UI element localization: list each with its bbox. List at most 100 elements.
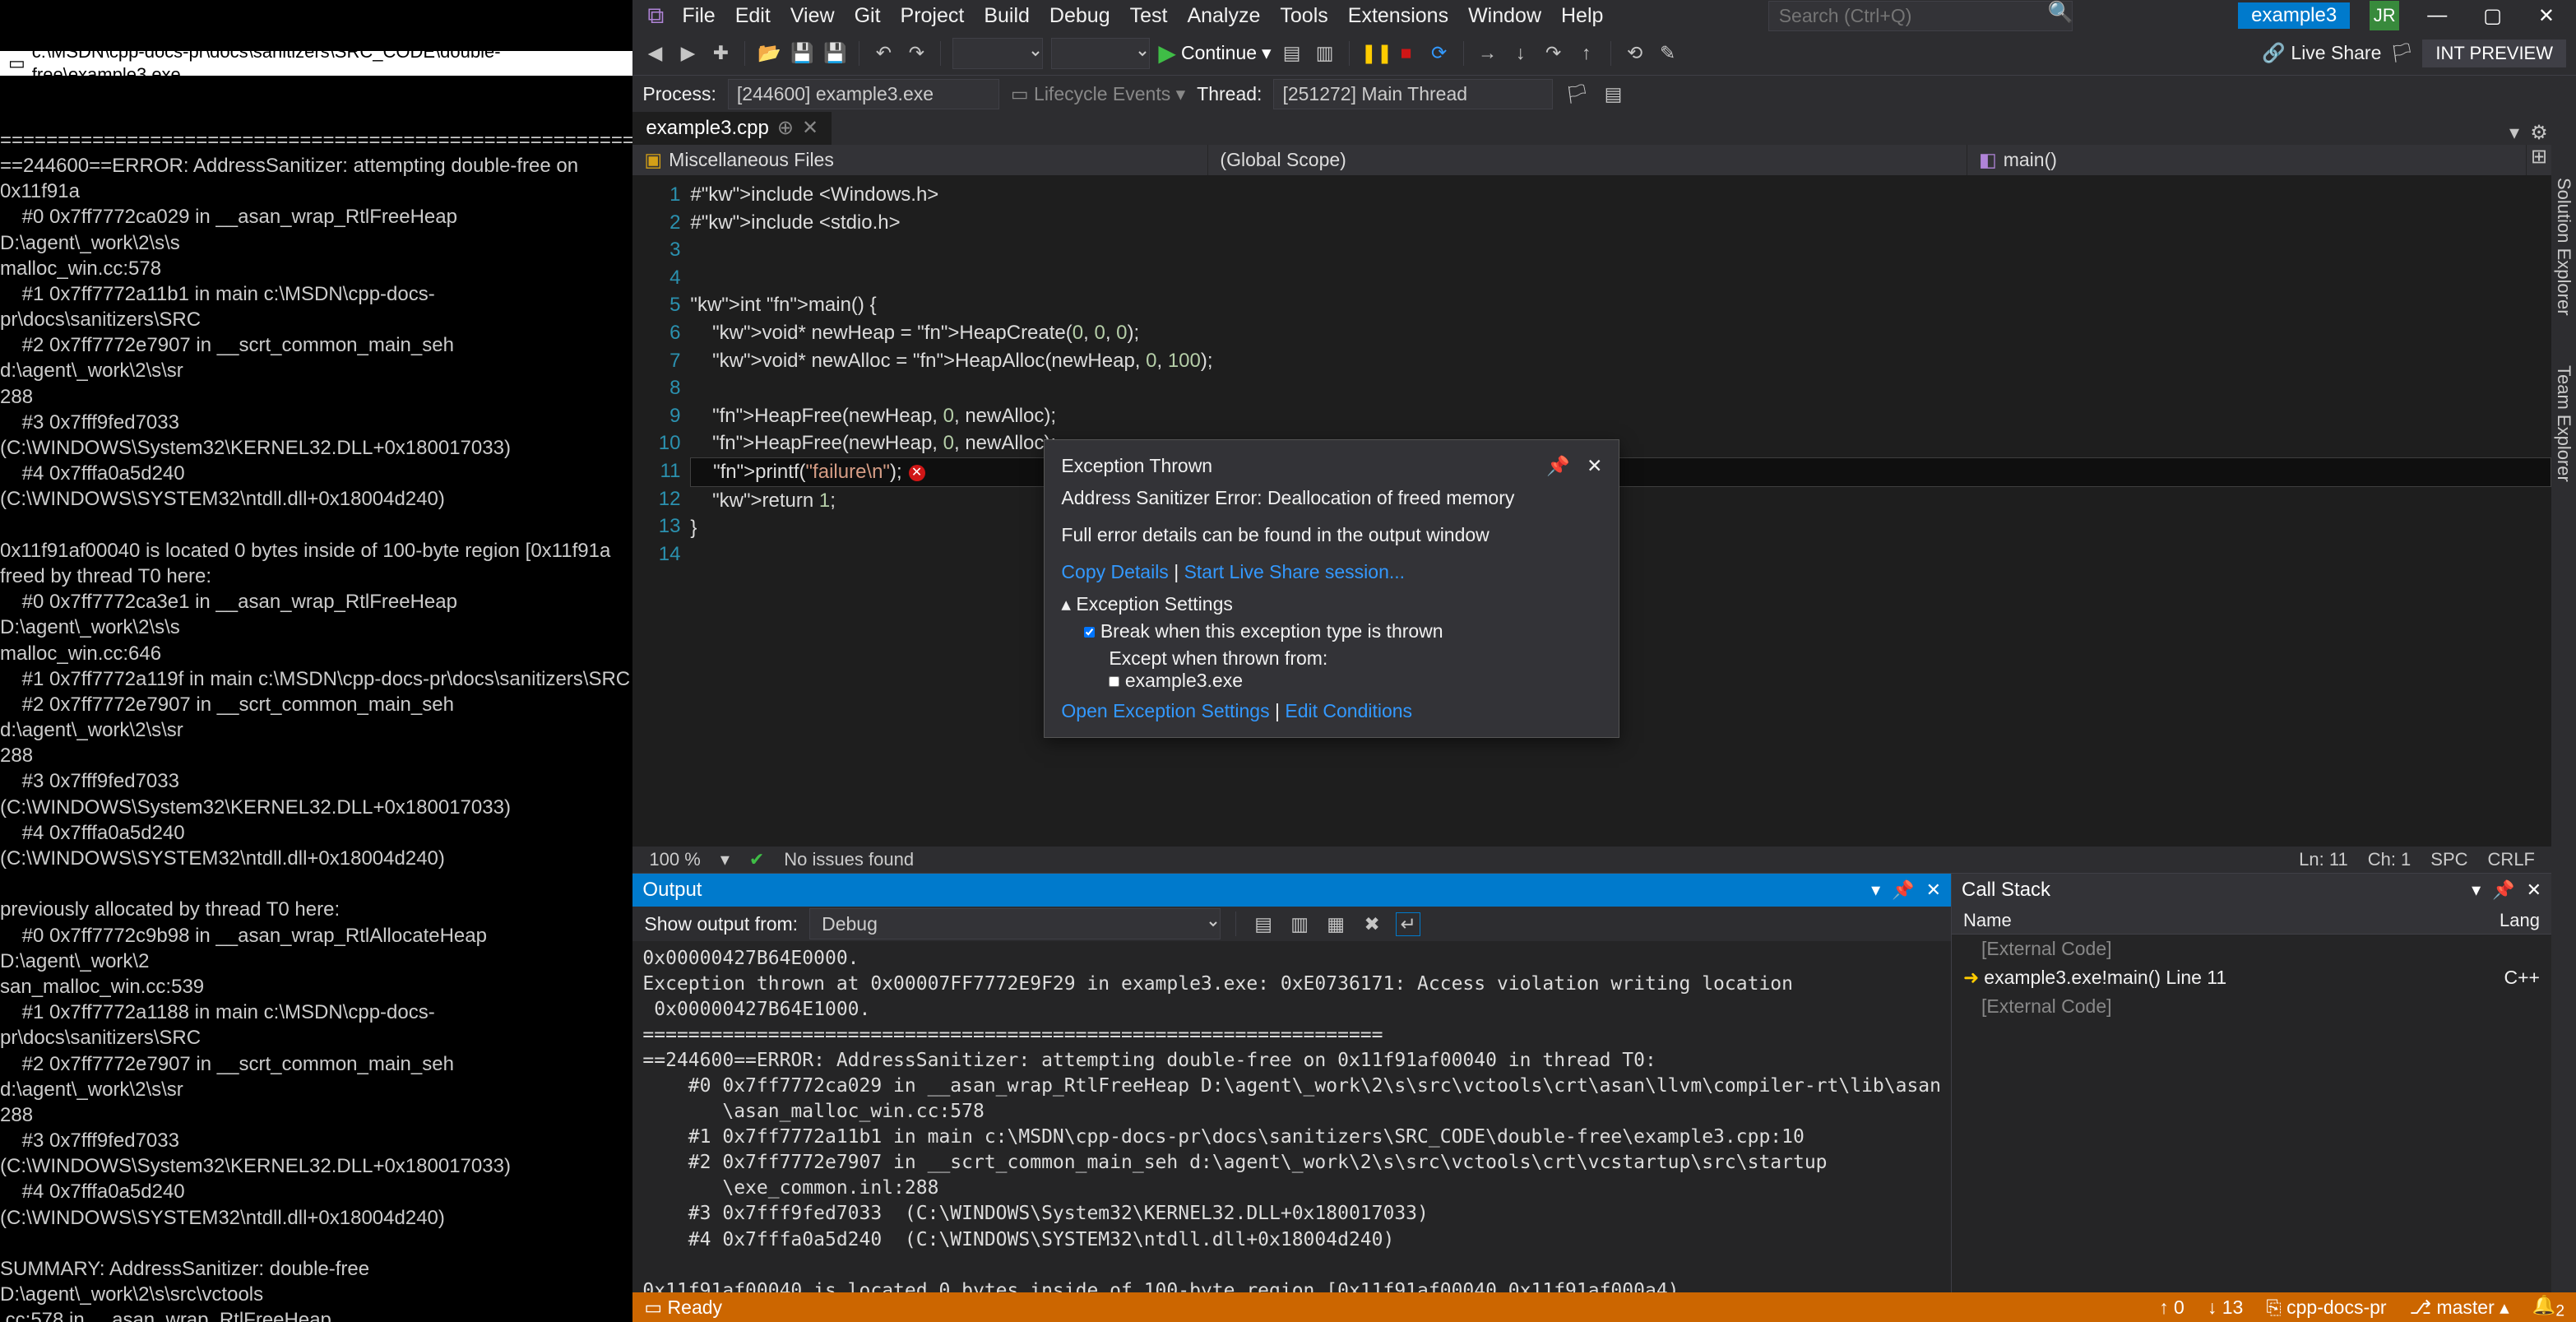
menu-extensions[interactable]: Extensions	[1348, 4, 1448, 28]
nav-back-icon[interactable]: ◀	[642, 42, 667, 64]
nav-fwd-icon[interactable]: ▶	[675, 42, 700, 64]
editor-tab[interactable]: example3.cpp ⊕ ✕	[632, 112, 832, 145]
exception-settings-label[interactable]: Exception Settings	[1076, 593, 1233, 615]
nav-member[interactable]: ◧main()	[1967, 145, 2527, 175]
output-clear-icon[interactable]: ✖	[1360, 913, 1384, 935]
popup-pin-icon[interactable]: 📌	[1546, 455, 1570, 476]
split-icon[interactable]: ⊞	[2527, 145, 2551, 175]
output-tool-icon2[interactable]: ▥	[1287, 913, 1312, 935]
callstack-row[interactable]: ➜example3.exe!main() Line 11C++	[1952, 963, 2551, 992]
feedback-icon[interactable]: 🏳	[2389, 42, 2414, 64]
step-into-icon[interactable]: ↓	[1508, 42, 1533, 64]
search-input[interactable]	[1768, 1, 2073, 31]
config-select[interactable]	[952, 38, 1043, 69]
undo-icon[interactable]: ↶	[871, 42, 896, 64]
step-arrow-icon[interactable]: →	[1476, 42, 1500, 64]
tab-close-icon[interactable]: ✕	[802, 116, 818, 140]
status-notifications[interactable]: 🔔2	[2532, 1294, 2564, 1321]
saveall-icon[interactable]: 💾	[822, 42, 847, 64]
zoom-dropdown-icon[interactable]: ▾	[720, 849, 730, 870]
break-checkbox-label[interactable]: Break when this exception type is thrown	[1084, 620, 1443, 642]
menu-debug[interactable]: Debug	[1049, 4, 1110, 28]
cs-pin-icon[interactable]: 📌	[2492, 879, 2514, 901]
liveshare-link[interactable]: Start Live Share session...	[1184, 561, 1405, 582]
lifecycle-events[interactable]: ▭ Lifecycle Events ▾	[1011, 83, 1185, 105]
menu-help[interactable]: Help	[1561, 4, 1603, 28]
solution-name[interactable]: example3	[2238, 2, 2350, 29]
new-item-icon[interactable]: ✚	[708, 42, 733, 64]
close-button[interactable]: ✕	[2530, 4, 2563, 28]
menu-analyze[interactable]: Analyze	[1187, 4, 1260, 28]
redo-icon[interactable]: ↷	[904, 42, 929, 64]
tab-gear-icon[interactable]: ⚙	[2527, 121, 2551, 145]
copy-details-link[interactable]: Copy Details	[1061, 561, 1168, 582]
edit-conditions-link[interactable]: Edit Conditions	[1285, 700, 1412, 721]
nav-scope[interactable]: (Global Scope)	[1208, 145, 1967, 175]
menu-git[interactable]: Git	[855, 4, 881, 28]
restart-icon[interactable]: ⟳	[1427, 42, 1452, 64]
vs-logo-icon[interactable]: ⧉	[639, 2, 672, 30]
tool-icon3[interactable]: ⟲	[1623, 42, 1647, 64]
console-titlebar[interactable]: ▭ c:\MSDN\cpp-docs-pr\docs\sanitizers\SR…	[0, 51, 632, 76]
menu-view[interactable]: View	[790, 4, 835, 28]
code-content[interactable]: #"kw">include <Windows.h>#"kw">include <…	[690, 176, 2551, 847]
nav-project[interactable]: ▣Miscellaneous Files	[632, 145, 1208, 175]
menu-project[interactable]: Project	[901, 4, 965, 28]
step-over-icon[interactable]: ↷	[1541, 42, 1566, 64]
liveshare-button[interactable]: 🔗 Live Share	[2262, 42, 2381, 64]
status-repo[interactable]: ⎘ cpp-docs-pr	[2266, 1296, 2386, 1319]
exe-checkbox[interactable]	[1109, 676, 1119, 687]
panel-close-icon[interactable]: ✕	[1926, 879, 1941, 901]
continue-button[interactable]: ▶ Continue ▾	[1158, 39, 1271, 67]
solution-explorer-tab[interactable]: Solution Explorer	[2553, 178, 2574, 316]
thread-select[interactable]: [251272] Main Thread	[1273, 79, 1553, 109]
tool-icon2[interactable]: ▥	[1313, 42, 1337, 64]
pause-icon[interactable]: ❚❚	[1361, 42, 1386, 64]
platform-select[interactable]	[1051, 38, 1150, 69]
open-settings-link[interactable]: Open Exception Settings	[1061, 700, 1269, 721]
status-branch[interactable]: ⎇ master ▴	[2410, 1296, 2509, 1319]
stack-icon[interactable]: ▤	[1601, 83, 1625, 105]
menu-test[interactable]: Test	[1130, 4, 1168, 28]
status-push[interactable]: ↑ 0	[2159, 1296, 2185, 1319]
flag-icon[interactable]: 🏳	[1564, 83, 1589, 105]
spc-indicator[interactable]: SPC	[2430, 849, 2467, 870]
callstack-title[interactable]: Call Stack ▾ 📌 ✕	[1952, 874, 2551, 907]
output-tool-icon3[interactable]: ▦	[1323, 913, 1348, 935]
user-avatar[interactable]: JR	[2370, 1, 2399, 30]
output-from-select[interactable]: Debug	[809, 908, 1221, 939]
cs-close-icon[interactable]: ✕	[2527, 879, 2541, 901]
crlf-indicator[interactable]: CRLF	[2488, 849, 2535, 870]
menu-edit[interactable]: Edit	[735, 4, 771, 28]
error-indicator-icon[interactable]: ✕	[909, 465, 925, 481]
line-indicator[interactable]: Ln: 11	[2299, 849, 2348, 870]
output-wrap-icon[interactable]: ↵	[1396, 912, 1420, 936]
status-pull[interactable]: ↓ 13	[2208, 1296, 2243, 1319]
menu-build[interactable]: Build	[984, 4, 1030, 28]
stop-icon[interactable]: ■	[1394, 42, 1419, 64]
zoom-level[interactable]: 100 %	[649, 849, 700, 870]
issues-text[interactable]: No issues found	[784, 849, 914, 870]
search-icon[interactable]: 🔍	[2048, 1, 2073, 31]
menu-tools[interactable]: Tools	[1280, 4, 1327, 28]
step-out-icon[interactable]: ↑	[1574, 42, 1599, 64]
process-select[interactable]: [244600] example3.exe	[728, 79, 999, 109]
output-title[interactable]: Output ▾ 📌 ✕	[632, 874, 1951, 907]
popup-close-icon[interactable]: ✕	[1587, 455, 1602, 476]
save-icon[interactable]: 💾	[790, 42, 814, 64]
panel-pin-icon[interactable]: 📌	[1892, 879, 1914, 901]
output-tool-icon[interactable]: ▤	[1251, 913, 1276, 935]
callstack-row[interactable]: [External Code]	[1952, 935, 2551, 963]
menu-window[interactable]: Window	[1468, 4, 1541, 28]
callstack-row[interactable]: [External Code]	[1952, 992, 2551, 1021]
menu-file[interactable]: File	[682, 4, 715, 28]
cs-col-name[interactable]: Name	[1963, 910, 2500, 931]
exe-checkbox-label[interactable]: example3.exe	[1109, 670, 1243, 691]
open-icon[interactable]: 📂	[757, 42, 781, 64]
tab-dropdown-icon[interactable]: ▾	[2502, 121, 2527, 145]
pin-icon[interactable]: ⊕	[777, 116, 794, 140]
tool-icon[interactable]: ▤	[1280, 42, 1304, 64]
col-indicator[interactable]: Ch: 1	[2368, 849, 2412, 870]
maximize-button[interactable]: ▢	[2475, 4, 2510, 28]
cs-dropdown-icon[interactable]: ▾	[2472, 879, 2481, 901]
